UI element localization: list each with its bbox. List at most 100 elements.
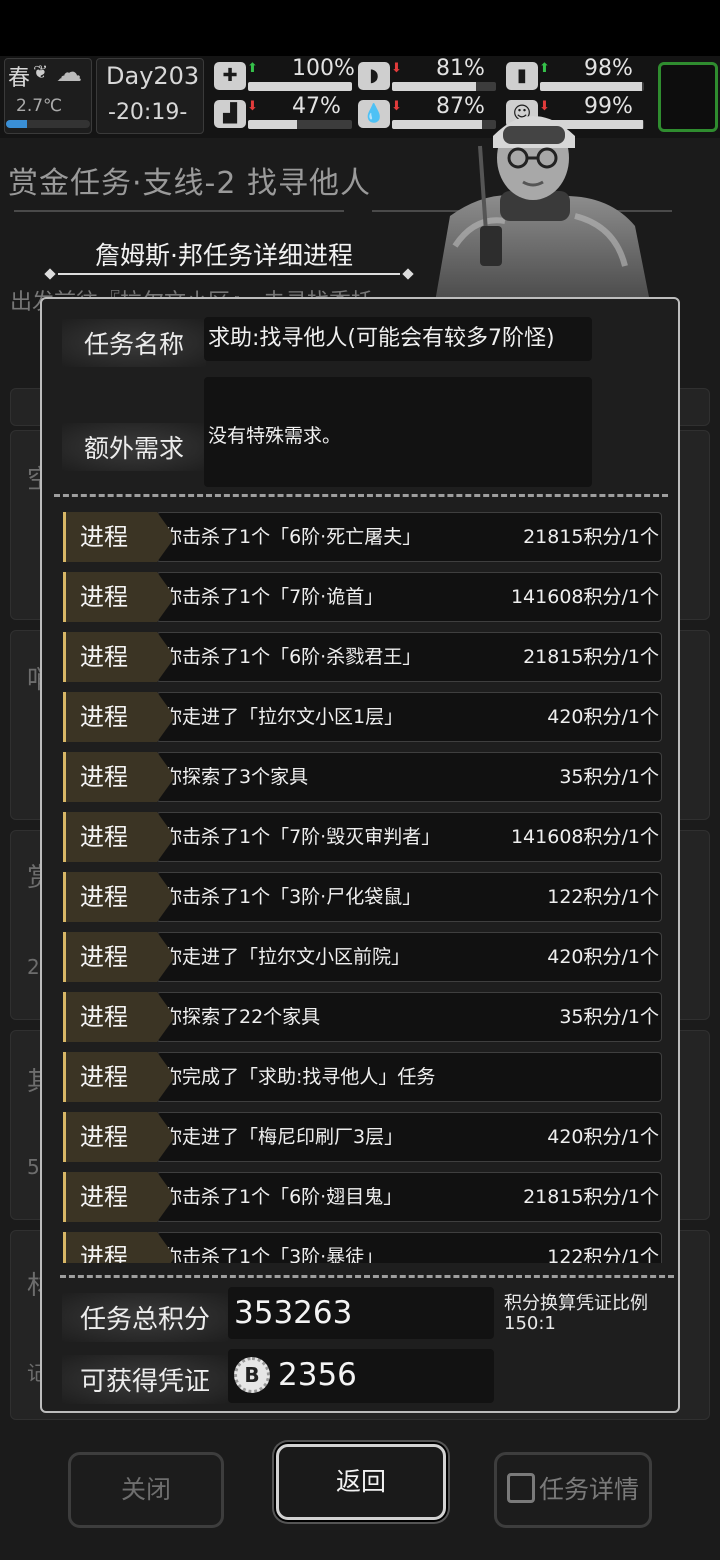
progress-log-points: 21815积分/1个 bbox=[523, 1186, 659, 1208]
progress-tag-label: 进程 bbox=[80, 1123, 128, 1151]
progress-tag: 进程 bbox=[63, 872, 175, 922]
progress-tag-label: 进程 bbox=[80, 1063, 128, 1091]
task-details-label: 任务详情 bbox=[538, 1475, 639, 1504]
progress-log-points: 21815积分/1个 bbox=[523, 646, 659, 668]
progress-tag-label: 进程 bbox=[80, 763, 128, 791]
progress-log-points: 21815积分/1个 bbox=[523, 526, 659, 548]
progress-tag: 进程 bbox=[63, 932, 175, 982]
progress-log-row: 你击杀了1个「7阶·诡首」 141608积分/1个 进程 bbox=[58, 571, 662, 623]
progress-tag: 进程 bbox=[63, 692, 175, 742]
progress-log-list[interactable]: 你击杀了1个「6阶·死亡屠夫」 21815积分/1个 进程 你击杀了1个「7阶·诡首」… bbox=[58, 511, 664, 1263]
stat-percent: 81% bbox=[436, 56, 485, 81]
progress-log-row: 你完成了「求助:找寻他人」任务 进程 bbox=[58, 1051, 662, 1103]
progress-tag: 进程 bbox=[63, 1232, 175, 1263]
progress-log-text: 你击杀了1个「3阶·尸化袋鼠」 bbox=[163, 886, 422, 908]
progress-tag: 进程 bbox=[63, 752, 175, 802]
progress-log-row: 你击杀了1个「3阶·暴徒」 122积分/1个 进程 bbox=[58, 1231, 662, 1263]
progress-log-text: 你击杀了1个「6阶·杀戮君王」 bbox=[163, 646, 422, 668]
npc-portrait bbox=[435, 116, 650, 302]
equipment-slot[interactable] bbox=[658, 62, 718, 132]
progress-log-body: 你击杀了1个「6阶·死亡屠夫」 21815积分/1个 bbox=[156, 512, 662, 562]
progress-tag-label: 进程 bbox=[80, 943, 128, 971]
progress-log-text: 你击杀了1个「6阶·死亡屠夫」 bbox=[163, 526, 422, 548]
total-points-value: 353263 bbox=[228, 1287, 494, 1339]
progress-log-row: 你走进了「拉尔文小区1层」 420积分/1个 进程 bbox=[58, 691, 662, 743]
progress-log-body: 你探索了3个家具 35积分/1个 bbox=[156, 752, 662, 802]
progress-tag: 进程 bbox=[63, 1112, 175, 1162]
exchange-ratio-value: 150:1 bbox=[504, 1313, 556, 1334]
voucher-coin-icon: B bbox=[234, 1357, 270, 1393]
progress-tag: 进程 bbox=[63, 812, 175, 862]
trend-up-icon: ⬆ bbox=[539, 61, 550, 76]
stat-bar-fill bbox=[392, 82, 477, 91]
progress-tag-label: 进程 bbox=[80, 523, 128, 551]
progress-log-points: 141608积分/1个 bbox=[510, 586, 659, 608]
progress-log-points: 420积分/1个 bbox=[547, 946, 659, 968]
total-points-label: 任务总积分 bbox=[62, 1293, 229, 1342]
progress-log-body: 你击杀了1个「7阶·毁灭审判者」 141608积分/1个 bbox=[156, 812, 662, 862]
progress-log-body: 你击杀了1个「6阶·翅目鬼」 21815积分/1个 bbox=[156, 1172, 662, 1222]
progress-log-text: 你走进了「梅尼印刷厂3层」 bbox=[163, 1126, 404, 1148]
stat-bar-fill bbox=[248, 82, 352, 91]
progress-log-text: 你完成了「求助:找寻他人」任务 bbox=[163, 1066, 436, 1088]
progress-tag: 进程 bbox=[63, 632, 175, 682]
trend-up-icon: ⬆ bbox=[247, 61, 258, 76]
progress-log-body: 你走进了「拉尔文小区前院」 420积分/1个 bbox=[156, 932, 662, 982]
progress-log-text: 你击杀了1个「7阶·毁灭审判者」 bbox=[163, 826, 441, 848]
progress-tag-label: 进程 bbox=[80, 1003, 128, 1031]
progress-subtitle: 詹姆斯·邦任务详细进程 bbox=[95, 241, 353, 270]
progress-tag-label: 进程 bbox=[80, 1243, 128, 1263]
season-label: 春 bbox=[8, 66, 31, 91]
page-title: 赏金任务·支线-2 找寻他人 bbox=[8, 166, 371, 201]
progress-log-body: 你完成了「求助:找寻他人」任务 bbox=[156, 1052, 662, 1102]
progress-tag: 进程 bbox=[63, 1052, 175, 1102]
progress-tag: 进程 bbox=[63, 572, 175, 622]
progress-log-points: 420积分/1个 bbox=[547, 706, 659, 728]
progress-log-text: 你击杀了1个「6阶·翅目鬼」 bbox=[163, 1186, 403, 1208]
stat-bar bbox=[540, 82, 644, 91]
progress-log-points: 122积分/1个 bbox=[547, 886, 659, 908]
progress-log-body: 你探索了22个家具 35积分/1个 bbox=[156, 992, 662, 1042]
temperature-gauge-fill bbox=[6, 120, 27, 128]
progress-log-text: 你击杀了1个「3阶·暴徒」 bbox=[163, 1246, 384, 1263]
progress-tag: 进程 bbox=[63, 992, 175, 1042]
close-button[interactable]: 关闭 bbox=[68, 1452, 224, 1528]
progress-log-text: 你探索了3个家具 bbox=[163, 766, 309, 788]
progress-log-text: 你走进了「拉尔文小区1层」 bbox=[163, 706, 404, 728]
title-divider bbox=[14, 210, 344, 212]
extra-requirement-value: 没有特殊需求。 bbox=[204, 377, 592, 487]
back-button[interactable]: 返回 bbox=[276, 1444, 446, 1520]
battery-icon: ▮ bbox=[506, 62, 538, 90]
progress-tag-label: 进程 bbox=[80, 1183, 128, 1211]
trend-down-icon: ⬇ bbox=[247, 99, 258, 114]
progress-tag-label: 进程 bbox=[80, 823, 128, 851]
stat-bar bbox=[392, 82, 496, 91]
progress-log-points: 122积分/1个 bbox=[547, 1246, 659, 1263]
progress-log-points: 420积分/1个 bbox=[547, 1126, 659, 1148]
progress-log-body: 你走进了「拉尔文小区1层」 420积分/1个 bbox=[156, 692, 662, 742]
stat-percent: 98% bbox=[584, 56, 633, 81]
progress-tag-label: 进程 bbox=[80, 643, 128, 671]
temperature-label: 2.7℃ bbox=[16, 96, 63, 116]
stat-bar-fill bbox=[540, 82, 642, 91]
progress-log-points: 35积分/1个 bbox=[559, 1006, 659, 1028]
progress-log-points: 35积分/1个 bbox=[559, 766, 659, 788]
progress-log-row: 你击杀了1个「6阶·杀戮君王」 21815积分/1个 进程 bbox=[58, 631, 662, 683]
task-details-button[interactable]: 任务详情 bbox=[494, 1452, 652, 1528]
extra-requirement-label: 额外需求 bbox=[62, 423, 207, 471]
stomach-icon: ◗ bbox=[358, 62, 390, 90]
section-divider bbox=[60, 1275, 674, 1278]
task-name-label: 任务名称 bbox=[62, 319, 207, 367]
progress-log-row: 你走进了「梅尼印刷厂3层」 420积分/1个 进程 bbox=[58, 1111, 662, 1163]
progress-log-row: 你击杀了1个「6阶·死亡屠夫」 21815积分/1个 进程 bbox=[58, 511, 662, 563]
water-drop-icon: 💧 bbox=[358, 100, 390, 128]
progress-tag-label: 进程 bbox=[80, 883, 128, 911]
progress-tag: 进程 bbox=[63, 512, 175, 562]
storm-cloud-icon: ☁ bbox=[56, 58, 82, 88]
progress-log-row: 你探索了22个家具 35积分/1个 进程 bbox=[58, 991, 662, 1043]
voucher-label: 可获得凭证 bbox=[62, 1355, 229, 1404]
exchange-ratio-label: 积分换算凭证比例 bbox=[504, 1293, 648, 1314]
clock-time: -20:19- bbox=[108, 100, 188, 125]
stat-bar bbox=[248, 82, 352, 91]
progress-tag: 进程 bbox=[63, 1172, 175, 1222]
